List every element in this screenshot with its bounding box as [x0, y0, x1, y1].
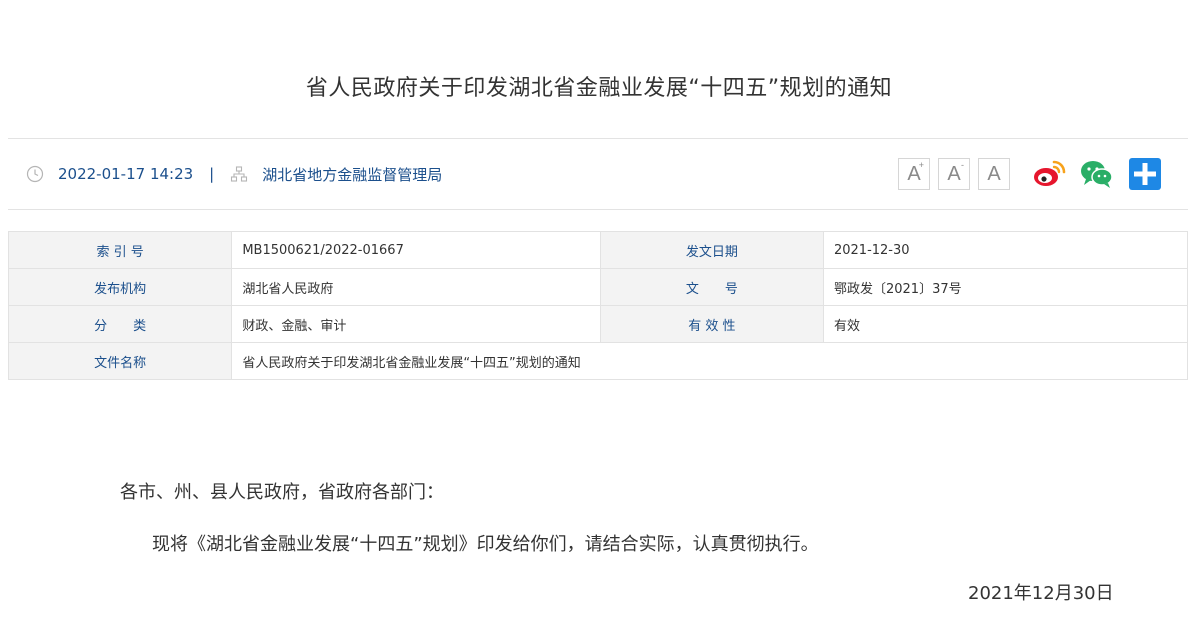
category-value: 财政、金融、审计	[231, 305, 601, 343]
share-bar	[1032, 157, 1176, 191]
font-increase-button[interactable]: A +	[898, 158, 930, 190]
file-name-value: 省人民政府关于印发湖北省金融业发展“十四五”规划的通知	[231, 342, 1188, 380]
table-row: 文件名称 省人民政府关于印发湖北省金融业发展“十四五”规划的通知	[7, 342, 1188, 380]
weibo-icon[interactable]	[1032, 157, 1066, 191]
table-row: 发布机构 湖北省人民政府 文 号 鄂政发〔2021〕37号	[7, 268, 1189, 306]
validity-value: 有效	[822, 305, 1189, 343]
issue-date-label: 发文日期	[599, 231, 824, 269]
issuer-label: 发布机构	[7, 268, 233, 306]
table-row: 索 引 号 MB1500621/2022-01667 发文日期 2021-12-…	[7, 231, 1189, 269]
body-paragraph: 现将《湖北省金融业发展“十四五”规划》印发给你们，请结合实际，认真贯彻执行。	[152, 534, 819, 555]
add-share-icon[interactable]	[1128, 157, 1162, 191]
table-row: 分 类 财政、金融、审计 有 效 性 有效	[7, 305, 1189, 343]
doc-number-label: 文 号	[599, 268, 824, 306]
font-reset-label: A	[987, 162, 1001, 185]
page-title: 省人民政府关于印发湖北省金融业发展“十四五”规划的通知	[305, 76, 893, 101]
validity-label: 有 效 性	[599, 305, 824, 343]
font-decrease-button[interactable]: A -	[938, 158, 970, 190]
org-icon	[230, 165, 248, 183]
publish-datetime: 2022-01-17 14:23	[58, 165, 194, 183]
index-number-label: 索 引 号	[7, 231, 233, 269]
plus-sup: +	[918, 160, 924, 170]
minus-sup: -	[961, 160, 964, 170]
index-number-value: MB1500621/2022-01667	[231, 231, 601, 269]
meta-separator: |	[209, 165, 215, 183]
font-decrease-label: A	[947, 162, 961, 185]
file-name-label: 文件名称	[7, 342, 233, 380]
doc-number-value: 鄂政发〔2021〕37号	[822, 268, 1189, 306]
clock-icon	[26, 165, 44, 183]
category-label: 分 类	[7, 305, 233, 343]
tool-bar: A + A - A	[898, 157, 1176, 191]
divider-bottom	[8, 209, 1188, 210]
publish-source[interactable]: 湖北省地方金融监督管理局	[262, 164, 442, 185]
divider-top	[8, 138, 1188, 139]
document-info-table: 索 引 号 MB1500621/2022-01667 发文日期 2021-12-…	[7, 231, 1189, 380]
salutation: 各市、州、县人民政府，省政府各部门：	[120, 482, 444, 503]
font-reset-button[interactable]: A	[978, 158, 1010, 190]
issue-date-value: 2021-12-30	[822, 231, 1189, 269]
wechat-icon[interactable]	[1080, 157, 1114, 191]
issuer-value: 湖北省人民政府	[231, 268, 601, 306]
meta-bar: 2022-01-17 14:23 | 湖北省地方金融监督管理局	[26, 162, 442, 186]
signature-date: 2021年12月30日	[968, 583, 1114, 604]
